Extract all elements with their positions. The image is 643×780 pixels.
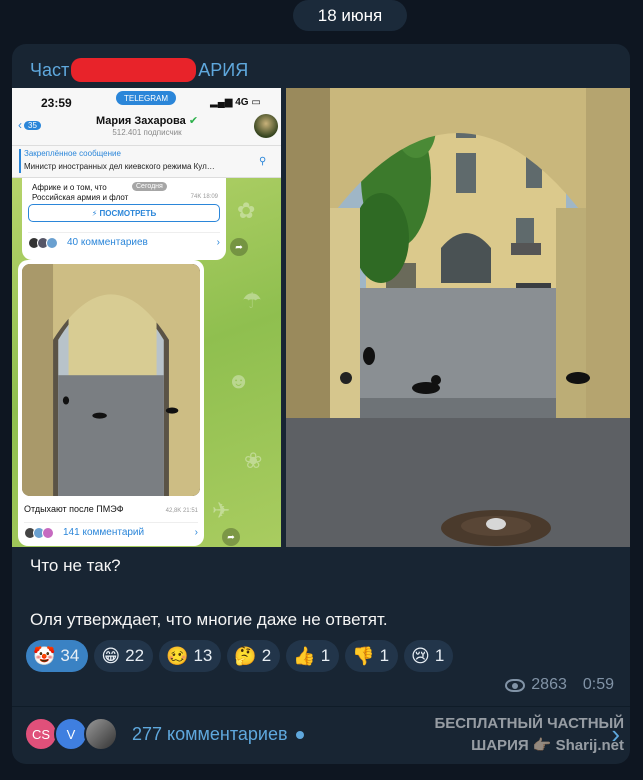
avatar	[42, 526, 54, 539]
date-chip: Сегодня	[132, 182, 167, 191]
unread-count: 35	[24, 120, 41, 130]
avatar	[46, 236, 58, 249]
grinning-face-icon: 😁	[101, 645, 121, 666]
pinned-text: Министр иностранных дел киевского режима…	[24, 162, 215, 171]
chevron-right-icon: ›	[194, 527, 198, 538]
unread-dot	[295, 731, 304, 740]
previous-post-bubble: Африке и о том, что Сегодня Российская а…	[22, 178, 226, 260]
channel-name[interactable]: Част АРИЯ	[30, 58, 248, 82]
chat-subscribers: 512.401 подписчик	[112, 128, 182, 137]
thumbs-up-icon: 👍	[293, 645, 316, 666]
reaction-crying[interactable]: 😢 1	[404, 640, 454, 672]
post-text-line-1: Что не так?	[30, 556, 121, 575]
watermark: БЕСПЛАТНЫЙ ЧАСТНЫЙ ШАРИЯ 👉🏻 Sharij.net	[434, 713, 624, 757]
post-comments-row: 141 комментарий ›	[24, 522, 198, 542]
media-album: ✿ ☂ ☻ ❀ ✈ Африке и о том, что Сегодня Ро…	[12, 88, 630, 547]
post-text-line: Африке и о том, что	[32, 183, 107, 192]
reaction-count: 22	[125, 646, 145, 665]
thumbs-down-icon: 👎	[352, 645, 375, 666]
view-button: ⚡ ПОСМОТРЕТЬ	[28, 204, 220, 222]
chevron-right-icon: ›	[611, 719, 620, 749]
watermark-line-2: ШАРИЯ 👉🏻 Sharij.net	[471, 737, 624, 754]
woozy-face-icon: 🥴	[166, 645, 189, 666]
thinking-face-icon: 🤔	[234, 645, 257, 666]
photo-caption: Отдыхают после ПМЭФ	[24, 504, 124, 514]
share-icon: ➦	[222, 528, 240, 546]
post-stats: 2863 0:59	[505, 676, 614, 694]
crying-face-icon: 😢	[411, 645, 430, 666]
reaction-count: 13	[193, 646, 213, 665]
channel-name-prefix: Част	[30, 59, 70, 80]
chevron-right-icon: ›	[216, 237, 220, 248]
post-comments-row: 40 комментариев ›	[28, 232, 220, 250]
signal-indicator: ▂▄▆ 4G ▭	[210, 97, 261, 108]
post-time: 0:59	[582, 676, 614, 693]
avatar: CS	[24, 717, 58, 751]
back-button: ‹ 35	[18, 118, 41, 132]
courtyard-photo-small	[22, 264, 200, 496]
verified-icon: ✔	[188, 115, 199, 127]
reaction-count: 1	[434, 646, 445, 665]
clown-face-icon: 🤡	[33, 645, 56, 666]
reaction-thumbs-up[interactable]: 👍 1	[286, 640, 340, 672]
channel-name-suffix: АРИЯ	[198, 59, 249, 80]
watermark-line-1: БЕСПЛАТНЫЙ ЧАСТНЫЙ	[434, 715, 624, 732]
pinned-title: Закреплённое сообщение	[24, 149, 121, 158]
pin-icon: ⚲	[259, 156, 267, 167]
chat-title-text: Мария Захарова	[95, 115, 186, 127]
comments-bar[interactable]: CS V 277 комментариев БЕСПЛАТНЫЙ ЧАСТНЫЙ…	[12, 706, 630, 764]
network-label: 4G	[235, 97, 249, 108]
comments-label: 40 комментариев	[67, 237, 148, 248]
reaction-grin[interactable]: 😁 22	[94, 640, 154, 672]
pinned-message: Закреплённое сообщение Министр иностранн…	[12, 146, 281, 178]
avatar	[84, 717, 118, 751]
avatar-initials: CS	[31, 726, 51, 742]
avatar: V	[54, 717, 88, 751]
post-text-line-2: Оля утверждает, что многие даже не ответ…	[30, 610, 388, 629]
pinned-bar	[19, 149, 21, 173]
chat-title: Мария Захарова ✔	[82, 114, 212, 127]
share-icon: ➦	[230, 238, 248, 256]
comments-label: 141 комментарий	[63, 527, 145, 538]
reaction-thumbs-down[interactable]: 👎 1	[345, 640, 399, 672]
avatar-initials: V	[66, 726, 76, 742]
album-photo-screenshot[interactable]: ✿ ☂ ☻ ❀ ✈ Африке и о том, что Сегодня Ро…	[12, 88, 281, 547]
view-count: 2863	[531, 676, 567, 693]
album-photo-courtyard[interactable]	[286, 88, 630, 547]
channel-post: Част АРИЯ ✿ ☂ ☻ ❀ ✈ Африке и о том, что …	[12, 44, 630, 764]
photo-post-bubble: Отдыхают после ПМЭФ 42,8K 21:51 141 комм…	[18, 260, 204, 546]
reaction-count: 1	[379, 646, 390, 665]
comments-count-text: 277 комментариев	[132, 724, 288, 744]
chat-header: ‹ 35 Мария Захарова ✔ 512.401 подписчик	[12, 108, 281, 146]
reaction-woozy[interactable]: 🥴 13	[159, 640, 222, 672]
date-separator: 18 июня	[293, 0, 407, 31]
eye-icon	[505, 678, 526, 692]
redaction-mark	[71, 58, 197, 82]
post-text-line: Российская армия и флот	[32, 193, 129, 202]
avatar	[254, 114, 278, 138]
reaction-count: 2	[261, 646, 272, 665]
post-meta: 42,8K 21:51	[165, 508, 198, 514]
comments-count-label: 277 комментариев	[132, 724, 304, 745]
telegram-badge: TELEGRAM	[116, 91, 176, 105]
post-meta: 74K 18:09	[190, 194, 218, 200]
telegram-badge-label: TELEGRAM	[123, 93, 168, 103]
reaction-clown[interactable]: 🤡 34	[26, 640, 89, 672]
reaction-count: 34	[60, 646, 80, 665]
chat-wallpaper: ✿ ☂ ☻ ❀ ✈ Африке и о том, что Сегодня Ро…	[12, 178, 281, 547]
reactions-row: 🤡 34 😁 22 🥴 13 🤔 2 👍 1 👎 1 😢 1	[26, 640, 454, 672]
reaction-thinking[interactable]: 🤔 2	[227, 640, 281, 672]
reaction-count: 1	[320, 646, 331, 665]
